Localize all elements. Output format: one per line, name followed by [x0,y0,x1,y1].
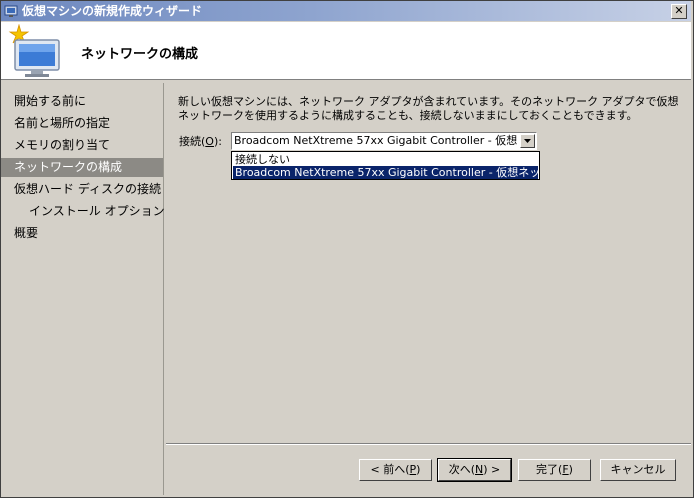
nav-item-virtual-hard-disk[interactable]: 仮想ハード ディスクの接続 [1,180,163,199]
connection-select[interactable]: Broadcom NetXtreme 57xx Gigabit Controll… [231,132,537,150]
dropdown-button[interactable] [520,134,535,148]
close-button[interactable]: ✕ [671,4,687,19]
app-icon [4,5,18,17]
title-bar[interactable]: 仮想マシンの新規作成ウィザード ✕ [1,1,691,21]
dropdown-option-virtual-network[interactable]: Broadcom NetXtreme 57xx Gigabit Controll… [233,166,538,179]
wizard-steps-nav: 開始する前に 名前と場所の指定 メモリの割り当て ネットワークの構成 仮想ハード… [1,83,165,495]
nav-item-label: インストール オプション [29,204,165,218]
chevron-down-icon [524,139,531,143]
page-title: ネットワークの構成 [81,47,199,62]
nav-item-before-you-begin[interactable]: 開始する前に [1,92,163,111]
dropdown-option-not-connected[interactable]: 接続しない [233,153,538,166]
new-vm-wizard-icon [8,24,60,77]
footer-separator [166,443,691,445]
nav-item-label: 概要 [14,226,39,240]
finish-button[interactable]: 完了(F) [518,459,591,481]
connection-dropdown-list: 接続しない Broadcom NetXtreme 57xx Gigabit Co… [231,151,540,180]
nav-item-summary[interactable]: 概要 [1,224,163,243]
nav-item-label: メモリの割り当て [14,138,111,152]
nav-item-label: 開始する前に [14,94,87,108]
nav-item-label: 仮想ハード ディスクの接続 [14,182,161,196]
nav-item-name-and-location[interactable]: 名前と場所の指定 [1,114,163,133]
back-button[interactable]: < 前へ(P) [359,459,432,481]
next-button[interactable]: 次へ(N) > [437,458,512,482]
nav-item-installation-options[interactable]: インストール オプション [1,202,165,221]
nav-item-networking[interactable]: ネットワークの構成 [1,158,163,177]
wizard-header: ネットワークの構成 [1,22,691,80]
cancel-button[interactable]: キャンセル [600,459,676,481]
description-text: 新しい仮想マシンには、ネットワーク アダプタが含まれています。そのネットワーク … [178,95,679,122]
nav-item-label: ネットワークの構成 [14,160,123,174]
connection-label: 接続(O): [179,135,222,148]
connection-select-value: Broadcom NetXtreme 57xx Gigabit Controll… [234,134,518,147]
nav-item-label: 名前と場所の指定 [14,116,111,130]
nav-item-memory[interactable]: メモリの割り当て [1,136,163,155]
content-pane: 新しい仮想マシンには、ネットワーク アダプタが含まれています。そのネットワーク … [166,83,690,443]
close-icon: ✕ [674,4,684,17]
window-title: 仮想マシンの新規作成ウィザード [22,4,203,18]
